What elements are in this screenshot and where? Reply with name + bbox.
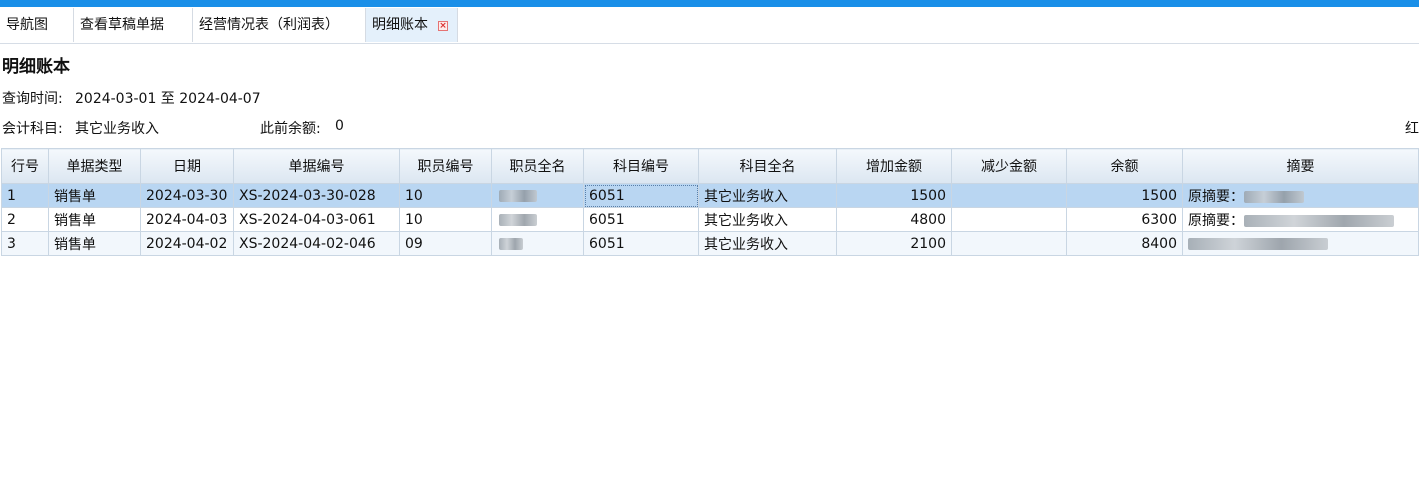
subject-value: 其它业务收入 — [75, 121, 159, 137]
cell-subject-name[interactable]: 其它业务收入 — [698, 231, 837, 256]
column-header-subject-no[interactable]: 科目编号 — [583, 148, 699, 184]
cell-date[interactable]: 2024-03-30 — [140, 183, 234, 208]
cell-employee-name[interactable] — [491, 207, 584, 232]
cell-row-no[interactable]: 1 — [1, 183, 49, 208]
cell-employee-name[interactable] — [491, 231, 584, 256]
tab-label: 导航图 — [6, 17, 48, 33]
table-header-row: 行号 单据类型 日期 单据编号 职员编号 职员全名 科目编号 科目全名 增加金额… — [1, 148, 1419, 184]
summary-text: 原摘要： — [1188, 212, 1244, 229]
table-row[interactable]: 1 销售单 2024-03-30 XS-2024-03-30-028 10 60… — [1, 183, 1419, 208]
column-header-doc-number[interactable]: 单据编号 — [233, 148, 400, 184]
cell-doc-type[interactable]: 销售单 — [48, 207, 141, 232]
cell-decrease[interactable] — [951, 183, 1067, 208]
cell-summary[interactable]: 原摘要： — [1182, 207, 1419, 232]
query-time-value: 2024-03-01 至 2024-04-07 — [75, 91, 261, 107]
close-icon[interactable]: × — [438, 21, 448, 31]
column-header-decrease[interactable]: 减少金额 — [951, 148, 1067, 184]
redacted-text — [1244, 214, 1394, 227]
table-row[interactable]: 3 销售单 2024-04-02 XS-2024-04-02-046 09 60… — [1, 231, 1419, 256]
subject-label: 会计科目: — [2, 121, 63, 137]
redacted-text — [1188, 237, 1328, 250]
ledger-grid: 行号 单据类型 日期 单据编号 职员编号 职员全名 科目编号 科目全名 增加金额… — [0, 148, 1419, 484]
column-header-employee-name[interactable]: 职员全名 — [491, 148, 584, 184]
cell-balance[interactable]: 8400 — [1066, 231, 1183, 256]
table-row[interactable]: 2 销售单 2024-04-03 XS-2024-04-03-061 10 60… — [1, 207, 1419, 232]
cell-subject-no[interactable]: 6051 — [583, 183, 699, 208]
redacted-text — [499, 189, 537, 202]
cell-subject-no[interactable]: 6051 — [583, 207, 699, 232]
column-header-balance[interactable]: 余额 — [1066, 148, 1183, 184]
cell-decrease[interactable] — [951, 231, 1067, 256]
column-header-employee-no[interactable]: 职员编号 — [399, 148, 492, 184]
tab-bar: 导航图 查看草稿单据 经营情况表（利润表） 明细账本 × — [0, 7, 1419, 44]
tab-detail-ledger[interactable]: 明细账本 × — [366, 8, 458, 42]
cell-doc-number[interactable]: XS-2024-04-03-061 — [233, 207, 400, 232]
cell-balance[interactable]: 1500 — [1066, 183, 1183, 208]
cell-increase[interactable]: 2100 — [836, 231, 952, 256]
tab-navigation-map[interactable]: 导航图 — [0, 8, 74, 42]
cell-employee-no[interactable]: 10 — [399, 207, 492, 232]
window-top-accent-bar — [0, 0, 1419, 7]
right-edge-text: 红 — [1405, 121, 1419, 137]
redacted-text — [499, 213, 537, 226]
column-header-subject-name[interactable]: 科目全名 — [698, 148, 837, 184]
query-time-label: 查询时间: — [2, 91, 63, 107]
column-header-increase[interactable]: 增加金额 — [836, 148, 952, 184]
cell-employee-no[interactable]: 10 — [399, 183, 492, 208]
cell-row-no[interactable]: 2 — [1, 207, 49, 232]
cell-subject-name[interactable]: 其它业务收入 — [698, 207, 837, 232]
redacted-text — [1244, 190, 1304, 203]
summary-text: 原摘要： — [1188, 188, 1244, 205]
cell-increase[interactable]: 4800 — [836, 207, 952, 232]
cell-doc-number[interactable]: XS-2024-04-02-046 — [233, 231, 400, 256]
cell-doc-number[interactable]: XS-2024-03-30-028 — [233, 183, 400, 208]
cell-row-no[interactable]: 3 — [1, 231, 49, 256]
cell-decrease[interactable] — [951, 207, 1067, 232]
cell-subject-name[interactable]: 其它业务收入 — [698, 183, 837, 208]
cell-employee-no[interactable]: 09 — [399, 231, 492, 256]
column-header-date[interactable]: 日期 — [140, 148, 234, 184]
cell-date[interactable]: 2024-04-03 — [140, 207, 234, 232]
prior-balance-label: 此前余额: — [260, 121, 321, 137]
tab-label: 明细账本 — [372, 17, 428, 33]
tab-view-draft-documents[interactable]: 查看草稿单据 — [74, 8, 193, 42]
page-title: 明细账本 — [2, 57, 70, 77]
cell-balance[interactable]: 6300 — [1066, 207, 1183, 232]
prior-balance-value: 0 — [335, 118, 344, 134]
column-header-row-no[interactable]: 行号 — [1, 148, 49, 184]
cell-date[interactable]: 2024-04-02 — [140, 231, 234, 256]
column-header-summary[interactable]: 摘要 — [1182, 148, 1419, 184]
ledger-table: 行号 单据类型 日期 单据编号 职员编号 职员全名 科目编号 科目全名 增加金额… — [1, 148, 1419, 256]
cell-employee-name[interactable] — [491, 183, 584, 208]
cell-subject-no[interactable]: 6051 — [583, 231, 699, 256]
cell-summary[interactable]: 原摘要： — [1182, 183, 1419, 208]
column-header-doc-type[interactable]: 单据类型 — [48, 148, 141, 184]
cell-increase[interactable]: 1500 — [836, 183, 952, 208]
cell-doc-type[interactable]: 销售单 — [48, 231, 141, 256]
tab-label: 经营情况表（利润表） — [199, 17, 339, 33]
cell-summary[interactable] — [1182, 231, 1419, 256]
redacted-text — [499, 237, 523, 250]
cell-doc-type[interactable]: 销售单 — [48, 183, 141, 208]
tab-label: 查看草稿单据 — [80, 17, 164, 33]
tab-income-statement[interactable]: 经营情况表（利润表） — [193, 8, 366, 42]
